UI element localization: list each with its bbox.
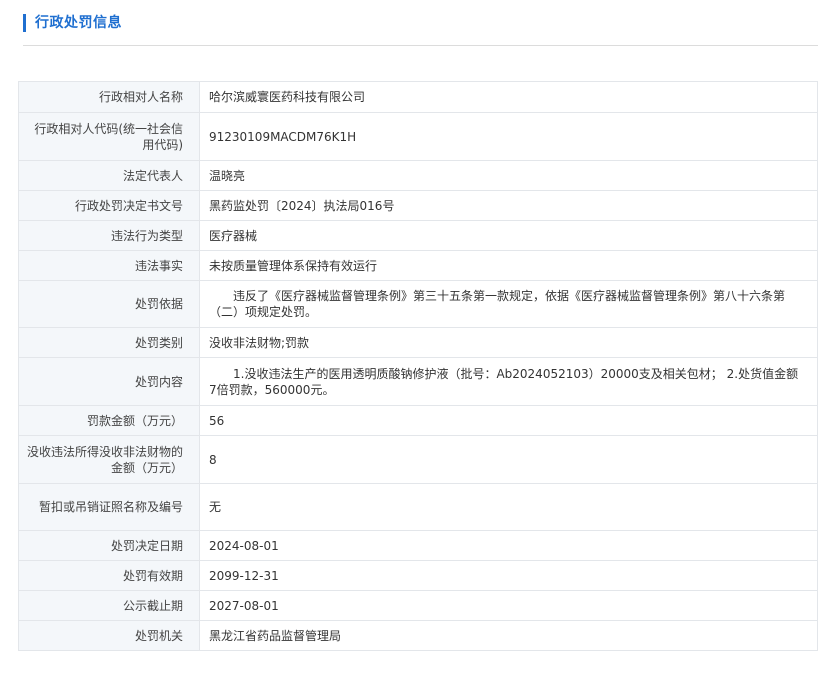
row-value: 无 (199, 483, 818, 531)
row-value: 91230109MACDM76K1H (199, 112, 818, 161)
row-label: 处罚内容 (18, 357, 200, 406)
row-label: 法定代表人 (18, 160, 200, 191)
row-label: 暂扣或吊销证照名称及编号 (18, 483, 200, 531)
penalty-info-table: 行政相对人名称 哈尔滨威寰医药科技有限公司 行政相对人代码(统一社会信用代码) … (18, 81, 818, 651)
row-label: 行政处罚决定书文号 (18, 190, 200, 221)
row-label: 处罚机关 (18, 620, 200, 651)
row-value: 2099-12-31 (199, 560, 818, 591)
row-label: 处罚依据 (18, 280, 200, 328)
row-label: 处罚有效期 (18, 560, 200, 591)
row-value: 未按质量管理体系保持有效运行 (199, 250, 818, 281)
row-value: 没收非法财物;罚款 (199, 327, 818, 358)
row-confiscated-amount: 没收违法所得没收非法财物的金额（万元） 8 (18, 435, 818, 484)
row-label: 没收违法所得没收非法财物的金额（万元） (18, 435, 200, 484)
row-decision-date: 处罚决定日期 2024-08-01 (18, 530, 818, 561)
row-violation-type: 违法行为类型 医疗器械 (18, 220, 818, 251)
row-penalty-category: 处罚类别 没收非法财物;罚款 (18, 327, 818, 358)
row-value: 哈尔滨威寰医药科技有限公司 (199, 81, 818, 113)
row-label: 行政相对人代码(统一社会信用代码) (18, 112, 200, 161)
row-legal-representative: 法定代表人 温晓亮 (18, 160, 818, 191)
row-value: 2027-08-01 (199, 590, 818, 621)
row-value: 1.没收违法生产的医用透明质酸钠修护液（批号：Ab2024052103）2000… (199, 357, 818, 406)
row-value: 违反了《医疗器械监督管理条例》第三十五条第一款规定，依据《医疗器械监督管理条例》… (199, 280, 818, 328)
row-value: 56 (199, 405, 818, 436)
row-fine-amount: 罚款金额（万元） 56 (18, 405, 818, 436)
row-value: 黑龙江省药品监督管理局 (199, 620, 818, 651)
row-decision-number: 行政处罚决定书文号 黑药监处罚〔2024〕执法局016号 (18, 190, 818, 221)
section-title: 行政处罚信息 (35, 15, 122, 31)
row-label: 违法事实 (18, 250, 200, 281)
row-label: 处罚决定日期 (18, 530, 200, 561)
row-violation-facts: 违法事实 未按质量管理体系保持有效运行 (18, 250, 818, 281)
row-label: 处罚类别 (18, 327, 200, 358)
row-value: 8 (199, 435, 818, 484)
row-valid-until: 处罚有效期 2099-12-31 (18, 560, 818, 591)
row-license-revoked: 暂扣或吊销证照名称及编号 无 (18, 483, 818, 531)
section-accent-bar (23, 14, 26, 32)
row-penalty-content: 处罚内容 1.没收违法生产的医用透明质酸钠修护液（批号：Ab2024052103… (18, 357, 818, 406)
row-value: 医疗器械 (199, 220, 818, 251)
row-label: 公示截止期 (18, 590, 200, 621)
row-label: 罚款金额（万元） (18, 405, 200, 436)
row-label: 违法行为类型 (18, 220, 200, 251)
row-penalty-basis: 处罚依据 违反了《医疗器械监督管理条例》第三十五条第一款规定，依据《医疗器械监督… (18, 280, 818, 328)
row-publicity-deadline: 公示截止期 2027-08-01 (18, 590, 818, 621)
row-penalty-authority: 处罚机关 黑龙江省药品监督管理局 (18, 620, 818, 651)
row-credit-code: 行政相对人代码(统一社会信用代码) 91230109MACDM76K1H (18, 112, 818, 161)
row-label: 行政相对人名称 (18, 81, 200, 113)
row-value: 温晓亮 (199, 160, 818, 191)
row-value: 2024-08-01 (199, 530, 818, 561)
section-header: 行政处罚信息 (23, 8, 818, 46)
row-party-name: 行政相对人名称 哈尔滨威寰医药科技有限公司 (18, 81, 818, 113)
row-value: 黑药监处罚〔2024〕执法局016号 (199, 190, 818, 221)
